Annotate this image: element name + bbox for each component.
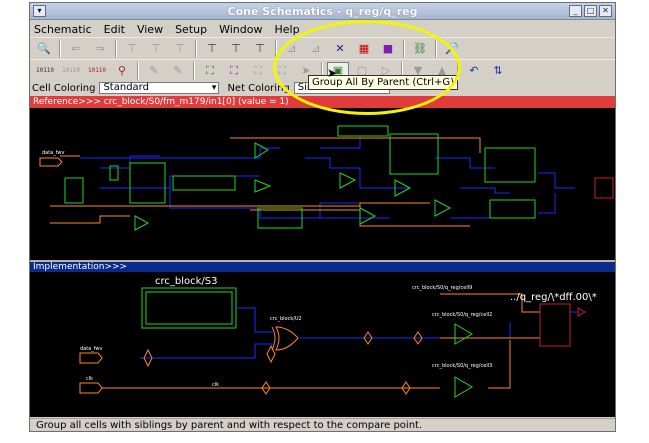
orange-nets [50,137,481,227]
ruler-icon[interactable]: ⊿ [281,40,303,58]
toolbar-separator [59,39,61,58]
ungroup-icon[interactable]: ⛶ [271,62,293,80]
tree-impl-icon[interactable]: ⊤ [225,40,247,58]
reg-cell3-label: crc_block/S0/q_reg/cell3 [432,363,492,369]
cross-icon[interactable]: ✕ [329,40,351,58]
cell-coloring-select[interactable]: Standard [99,82,220,94]
menu-setup[interactable]: Setup [175,23,207,36]
reg-cell2-label: crc_block/S0/q_reg/cell2 [432,312,492,318]
buffer-cell2 [454,323,473,345]
xor-gate [275,326,299,351]
zoom-icon[interactable]: 🔍 [33,40,55,58]
bitstring-toggle-a[interactable]: 10110 [33,62,57,80]
block-s3-inner [145,291,233,325]
dff-cell [539,303,571,347]
minimize-button[interactable]: _ [569,5,582,17]
measure-icon[interactable]: ⊿ [305,40,327,58]
impl-input-port-top [79,352,103,364]
compare-point-cell [594,177,614,199]
undo-icon[interactable]: ↶ [463,62,485,80]
green-cells [64,125,536,231]
select-green-icon[interactable]: ⛶ [199,62,221,80]
menu-help[interactable]: Help [274,23,299,36]
impl-input-port-bot [79,382,103,394]
toolbar-separator [137,61,139,80]
menu-view[interactable]: View [137,23,163,36]
forward-arrow-icon[interactable]: ⇒ [89,40,111,58]
impl-in-bot-label: clk [86,376,93,382]
reference-schematic: data_fwv [39,125,614,231]
sync-icon[interactable]: ⇅ [487,62,509,80]
toolbar-separator [275,39,277,58]
title-bar: ▾ Cone Schematics - q_reg/q_reg _ □ ✕ [30,3,615,20]
implementation-header: Implementation>>> [30,262,615,272]
bitstring-c-label: 10110 [87,67,107,74]
cell-coloring-label: Cell Coloring [32,82,96,94]
reg-dff-label: ../q_reg/\*dff.00\* [510,292,597,303]
implementation-schematic: crc_block/S3 crc_block/U2 data_fwv clk c… [79,276,597,398]
impl-in-top-label: data_fwv [80,346,103,352]
pencil-icon[interactable]: ✎ [167,62,189,80]
toolbar-separator [193,61,195,80]
impl-diamonds [143,331,423,395]
matrix-icon[interactable]: ▦ [353,40,375,58]
menu-schematic[interactable]: Schematic [34,23,92,36]
toolbar-separator [435,39,437,58]
impl-orange-nets [98,293,541,389]
group-icon[interactable]: ⛶ [247,62,269,80]
net-coloring-label: Net Coloring [227,82,290,94]
reference-schematic-pane[interactable]: data_fwv [30,108,615,260]
probe-icon[interactable]: ⚲ [111,62,133,80]
select-magenta-icon[interactable]: ⛶ [223,62,245,80]
pen-icon[interactable]: ✎ [143,62,165,80]
close-button[interactable]: ✕ [599,5,612,17]
menu-window[interactable]: Window [219,23,262,36]
link-icon[interactable]: ⛓ [409,40,431,58]
tree-both-icon[interactable]: ⊤ [249,40,271,58]
reg-cell9-label: crc_block/S0/q_reg/cell9 [412,285,472,291]
bitstring-toggle-b[interactable]: 10110 [59,62,83,80]
toolbar-separator [195,39,197,58]
ref-in-label: data_fwv [42,150,65,156]
status-bar: Group all cells with siblings by parent … [30,418,615,432]
dff-output-port [577,307,587,317]
menu-edit[interactable]: Edit [104,23,125,36]
tree-collapse-icon[interactable]: ⊤ [145,40,167,58]
buffer-cell3 [454,376,473,398]
tree-fanout-icon[interactable]: ⊤ [169,40,191,58]
find-icon[interactable]: 🔎 [441,40,463,58]
toolbar-separator [115,39,117,58]
reference-header: Reference>>> crc_block/S0/fm_m179/in1[0]… [30,96,615,108]
mouse-pointer-icon: ➤ [327,66,338,80]
bitstring-toggle-c[interactable]: 10110 [85,62,109,80]
implementation-schematic-pane[interactable]: crc_block/S3 crc_block/U2 data_fwv clk c… [30,272,615,417]
window-title: Cone Schematics - q_reg/q_reg [227,5,418,18]
xor-gate-arc [271,326,276,351]
impl-clk-net-label: clk [212,382,219,388]
bitstring-a-label: 10110 [35,67,55,74]
purple-block-icon[interactable]: ■ [377,40,399,58]
menu-bar: Schematic Edit View Setup Window Help [30,21,615,37]
cell-u2-label: crc_block/U2 [270,316,302,322]
back-arrow-icon[interactable]: ⇐ [65,40,87,58]
impl-blue-nets [140,307,578,359]
ref-input-port [39,157,63,167]
tree-ref-icon[interactable]: ⊤ [201,40,223,58]
main-toolbar: 🔍 ⇐ ⇒ ⊤ ⊤ ⊤ ⊤ ⊤ ⊤ ⊿ ⊿ ✕ ▦ ■ ⛓ 🔎 [30,37,615,59]
tree-expand-icon[interactable]: ⊤ [121,40,143,58]
block-s3-cell [141,287,237,329]
bitstring-b-label: 10110 [61,67,81,74]
cone-schematics-window: ▾ Cone Schematics - q_reg/q_reg _ □ ✕ Sc… [29,2,616,432]
maximize-button[interactable]: □ [584,5,597,17]
block-s3-label: crc_block/S3 [155,276,218,287]
toolbar-separator [403,39,405,58]
